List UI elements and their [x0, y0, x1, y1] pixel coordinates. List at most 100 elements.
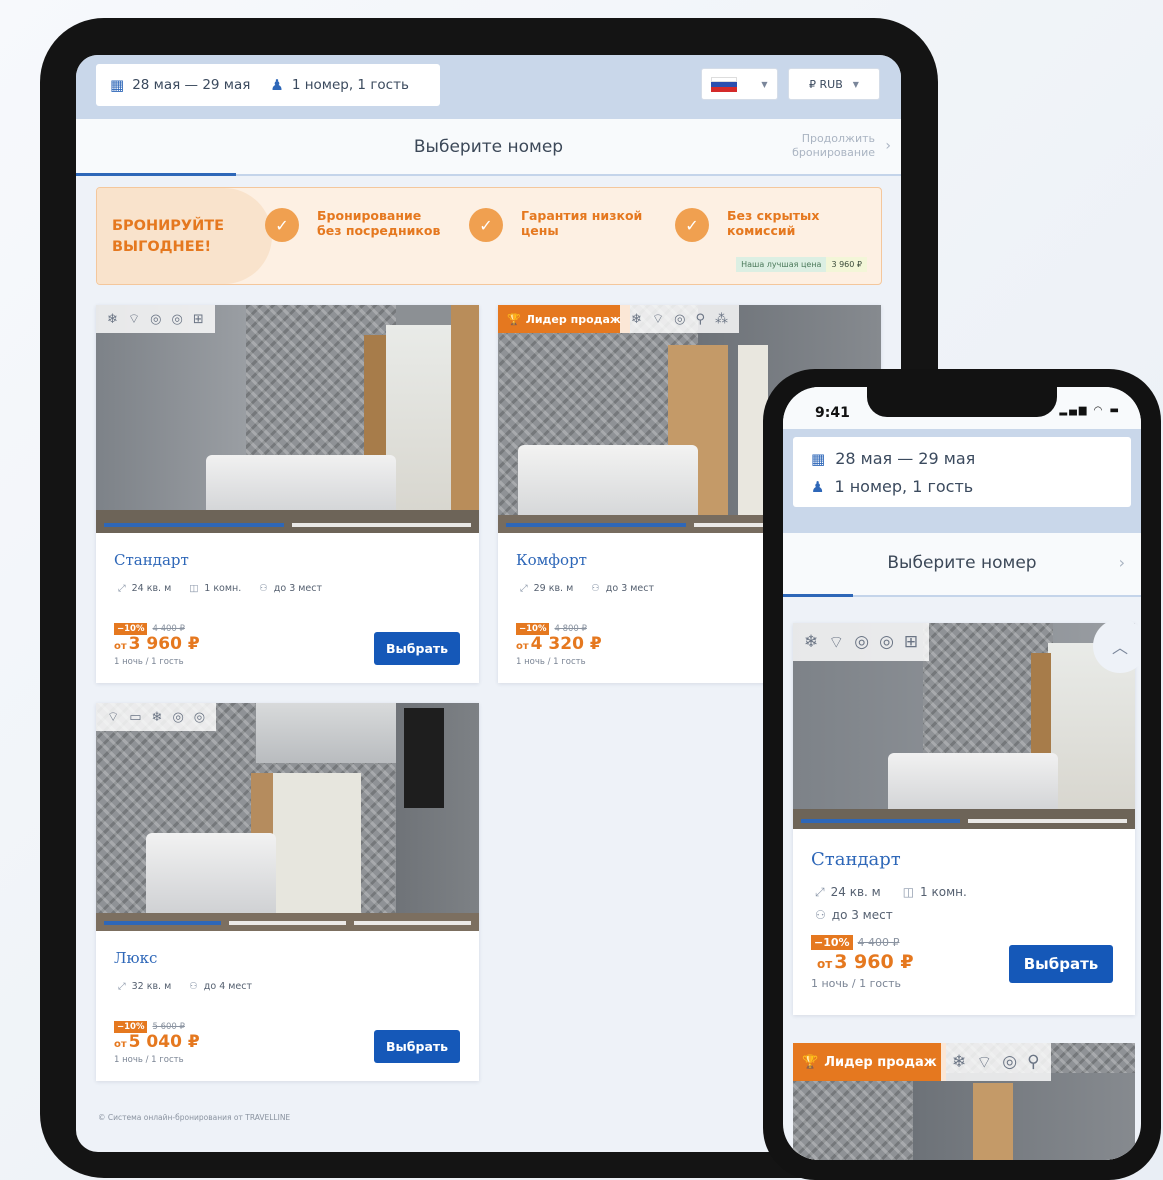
- price-unit: 1 ночь / 1 гость: [114, 1055, 184, 1065]
- chevron-right-icon[interactable]: ›: [1119, 553, 1125, 572]
- photo-carousel-indicator: [104, 921, 471, 925]
- door-icon: ◫: [189, 583, 199, 594]
- people-icon: ⚇: [815, 908, 826, 922]
- room-card-standard[interactable]: ❄ ⌔ ◎ ◎ ⊞ Стандарт ⤢ 24 кв. м ◫ 1 комн. ⚇ д…: [96, 305, 479, 683]
- bestseller-badge: 🏆 Лидер продаж: [793, 1043, 946, 1081]
- wifi-icon: ⌔: [976, 1052, 993, 1073]
- old-price: 4 800 ₽: [554, 624, 587, 634]
- room-card-standard[interactable]: ❄ ⌔ ◎ ◎ ⊞ Стандарт ⤢ 24 кв. м ◫ 1 комн. ⚇ д…: [793, 623, 1135, 1015]
- trophy-icon: 🏆: [507, 312, 521, 326]
- room-specs: ⤢ 24 кв. м ◫ 1 комн.: [815, 885, 967, 899]
- amenity-icons: ❄ ⌔ ◎ ◎ ⊞: [793, 623, 930, 661]
- benefit-no-fees: ✓ Без скрытых комиссий: [675, 208, 872, 242]
- amenity-icons: ❄ ⌔ ◎ ◎ ⊞: [96, 305, 215, 333]
- book-icon: ⊞: [903, 632, 919, 652]
- snowflake-icon: ❄: [151, 709, 163, 725]
- room-name[interactable]: Комфорт: [516, 551, 587, 569]
- bestseller-badge: 🏆 Лидер продаж: [498, 305, 630, 333]
- step-indicator: [783, 594, 853, 597]
- notch: [867, 387, 1057, 417]
- wifi-icon: ⌔: [107, 710, 120, 725]
- room-price: от 3 960 ₽: [817, 951, 914, 973]
- dates-label: 28 мая — 29 мая: [132, 77, 251, 93]
- door-icon: ◫: [902, 885, 915, 899]
- check-icon: ◎: [171, 311, 183, 327]
- check-icon: ◎: [879, 632, 894, 652]
- best-price-badge: Наша лучшая цена 3 960 ₽: [736, 257, 867, 272]
- amenity-icons: ⌔ ▭ ❄ ◎ ◎: [96, 703, 217, 731]
- date-guest-selector[interactable]: ▦ 28 мая — 29 мая ♟ 1 номер, 1 гость: [96, 64, 440, 106]
- wifi-icon: ⌔: [127, 312, 141, 327]
- photo-carousel-indicator: [104, 523, 471, 527]
- photo-carousel-indicator: [801, 819, 1127, 823]
- trophy-icon: 🏆: [802, 1054, 819, 1070]
- phone-screen: 9:41 ▂▄▆ ◠ ▬ ▦ 28 мая — 29 мая ♟ 1 номер…: [783, 387, 1141, 1160]
- room-specs: ⤢ 24 кв. м ◫ 1 комн. ⚇ до 3 мест: [118, 583, 323, 594]
- check-icon: ◎: [150, 311, 162, 327]
- old-price: 4 400 ₽: [857, 936, 900, 949]
- check-circle-icon: ✓: [675, 208, 709, 242]
- tv-icon: ▭: [129, 709, 142, 725]
- page-title: Выберите номер: [887, 553, 1037, 573]
- benefit-low-price: ✓ Гарантия низкой цены: [469, 208, 666, 242]
- snowflake-icon: ❄: [107, 311, 118, 327]
- room-photo[interactable]: ❄ ⌔ ◎ ◎ ⊞: [793, 623, 1135, 829]
- people-icon: ⚇: [189, 981, 198, 992]
- promo-headline: БРОНИРУЙТЕ ВЫГОДНЕЕ!: [112, 218, 225, 255]
- people-icon: ⚇: [259, 583, 268, 594]
- check-circle-icon: ✓: [265, 208, 299, 242]
- language-select[interactable]: ▼: [701, 68, 778, 100]
- dates-label: 28 мая — 29 мая: [835, 449, 976, 468]
- date-guest-selector[interactable]: ▦ 28 мая — 29 мая ♟ 1 номер, 1 гость: [793, 437, 1131, 507]
- room-photo[interactable]: ⌔ ▭ ❄ ◎ ◎: [96, 703, 479, 931]
- room-specs: ⤢ 32 кв. м ⚇ до 4 мест: [118, 981, 253, 992]
- area-icon: ⤢: [118, 583, 126, 594]
- person-icon: ♟: [270, 76, 284, 94]
- chevron-right-icon: ›: [885, 138, 891, 154]
- currency-label: ₽ RUB: [809, 77, 843, 91]
- room-card-lux[interactable]: ⌔ ▭ ❄ ◎ ◎ Люкс ⤢ 32 кв. м ⚇ до 4 мест −10%…: [96, 703, 479, 1081]
- room-name[interactable]: Стандарт: [811, 849, 901, 870]
- promo-headline-block: БРОНИРУЙТЕ ВЫГОДНЕЕ!: [97, 188, 272, 284]
- robe-icon: ⚲: [1027, 1052, 1040, 1072]
- slippers-icon: ⁂: [715, 311, 729, 327]
- check-icon: ◎: [1002, 1052, 1018, 1072]
- check-icon: ◎: [193, 709, 206, 725]
- area-icon: ⤢: [815, 885, 825, 899]
- snowflake-icon: ❄: [804, 632, 819, 652]
- room-name[interactable]: Люкс: [114, 949, 157, 967]
- area-icon: ⤢: [520, 583, 528, 594]
- promo-banner: БРОНИРУЙТЕ ВЫГОДНЕЕ! ✓ Бронирование без п…: [96, 187, 882, 285]
- currency-select[interactable]: ₽ RUB ▼: [788, 68, 880, 100]
- step-header: Выберите номер Продолжить бронирование ›: [76, 119, 901, 176]
- check-icon: ◎: [674, 311, 686, 327]
- room-price: от 4 320 ₽: [516, 634, 602, 654]
- phone-device: 9:41 ▂▄▆ ◠ ▬ ▦ 28 мая — 29 мая ♟ 1 номер…: [763, 369, 1161, 1180]
- search-bar: ▦ 28 мая — 29 мая ♟ 1 номер, 1 гость: [783, 429, 1141, 533]
- room-specs: ⤢ 29 кв. м ⚇ до 3 мест: [520, 583, 655, 594]
- calendar-icon: ▦: [811, 449, 826, 468]
- select-room-button[interactable]: Выбрать: [1009, 945, 1113, 983]
- room-name[interactable]: Стандарт: [114, 551, 189, 569]
- snowflake-icon: ❄: [631, 311, 642, 327]
- room-card-next[interactable]: 🏆 Лидер продаж ❄ ⌔ ◎ ⚲: [793, 1043, 1135, 1160]
- robe-icon: ⚲: [695, 311, 706, 327]
- discount-line: −10% 4 400 ₽: [811, 935, 900, 950]
- old-price: 5 600 ₽: [152, 1022, 185, 1032]
- room-photo[interactable]: ❄ ⌔ ◎ ◎ ⊞: [96, 305, 479, 533]
- check-circle-icon: ✓: [469, 208, 503, 242]
- collapse-chevron-up-icon[interactable]: ︿: [1093, 619, 1141, 673]
- discount-badge: −10%: [811, 935, 853, 950]
- amenity-icons: ❄ ⌔ ◎ ⚲: [941, 1043, 1051, 1081]
- step-indicator: [76, 173, 236, 176]
- signal-wifi-battery-icon: ▂▄▆ ◠ ▬: [1059, 405, 1121, 416]
- chevron-down-icon: ▼: [852, 79, 859, 89]
- footer-copyright[interactable]: © Система онлайн-бронирования от TRAVELL…: [98, 1113, 290, 1122]
- step-header: Выберите номер ›: [783, 533, 1141, 597]
- select-room-button[interactable]: Выбрать: [374, 1030, 460, 1063]
- book-icon: ⊞: [192, 311, 204, 327]
- snowflake-icon: ❄: [952, 1052, 967, 1072]
- price-unit: 1 ночь / 1 гость: [516, 657, 586, 667]
- select-room-button[interactable]: Выбрать: [374, 632, 460, 665]
- continue-booking-link[interactable]: Продолжить бронирование: [765, 132, 875, 160]
